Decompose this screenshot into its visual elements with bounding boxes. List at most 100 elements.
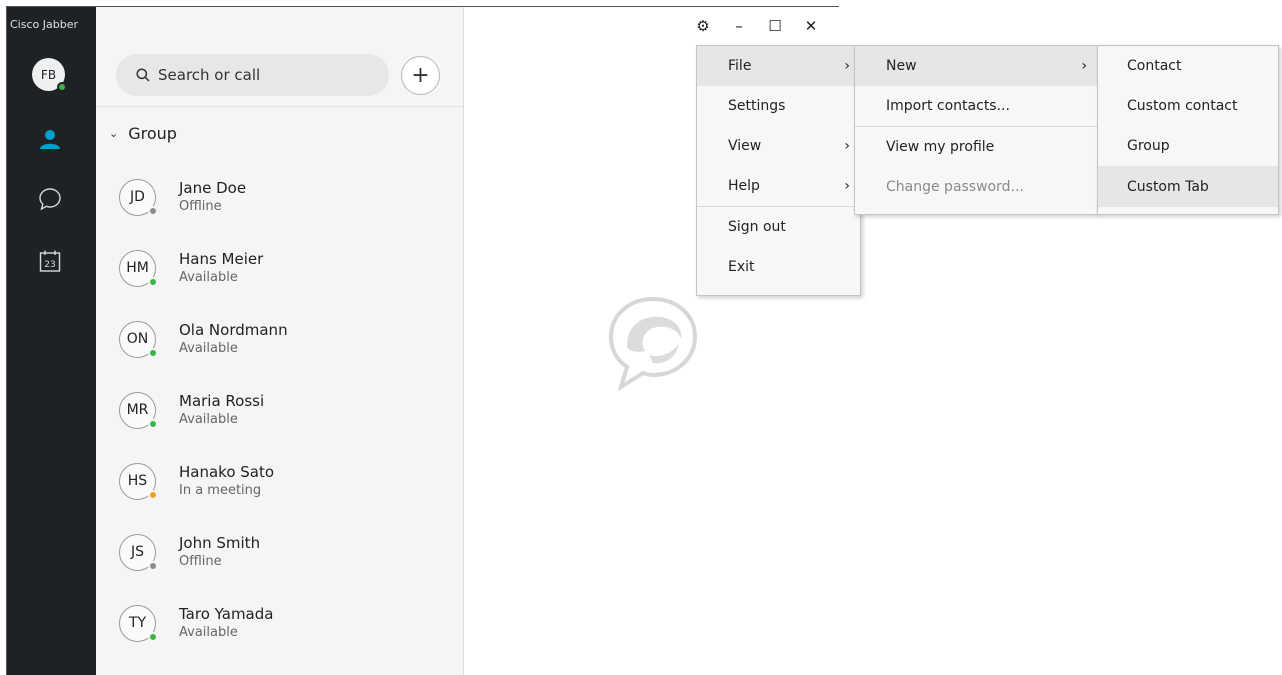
contact-status: Available xyxy=(179,341,238,356)
contact-status: Offline xyxy=(179,199,222,214)
menu-item-label: Custom Tab xyxy=(1127,178,1209,195)
contact-text: Hans Meier Available xyxy=(179,250,263,286)
menu-item-label: Settings xyxy=(728,98,786,114)
avatar: HM xyxy=(119,249,158,287)
avatar: JD xyxy=(119,178,158,216)
chevron-right-icon: › xyxy=(844,58,850,74)
contact-row[interactable]: TY Taro Yamada Available xyxy=(119,593,449,653)
menu-item-contact[interactable]: Contact xyxy=(1098,46,1278,86)
gear-icon[interactable]: ⚙ xyxy=(685,13,721,39)
avatar: JS xyxy=(119,533,158,571)
menu-item-label: Custom contact xyxy=(1127,98,1238,114)
close-button[interactable]: ✕ xyxy=(793,13,829,39)
avatar-initials: MR xyxy=(126,402,149,418)
chevron-right-icon: › xyxy=(1081,58,1087,74)
menu-item-label: Help xyxy=(728,178,760,194)
add-button[interactable]: + xyxy=(401,56,440,95)
contact-text: Taro Yamada Available xyxy=(179,605,273,641)
contact-name: Jane Doe xyxy=(179,179,247,197)
menu-item-view-my-profile[interactable]: View my profile xyxy=(855,127,1097,167)
group-name: Group xyxy=(128,124,177,143)
contact-text: Hanako Sato In a meeting xyxy=(179,463,274,499)
contact-name: John Smith xyxy=(179,534,261,552)
presence-dot xyxy=(148,205,158,216)
contact-status: Offline xyxy=(179,554,222,569)
menu-item-label: View my profile xyxy=(886,139,995,155)
menu-item-custom-contact[interactable]: Custom contact xyxy=(1098,86,1278,126)
avatar-initials: HM xyxy=(126,260,149,276)
contact-text: Ola Nordmann Available xyxy=(179,321,288,357)
presence-dot xyxy=(148,276,158,287)
chevron-right-icon: › xyxy=(844,178,850,194)
contact-name: Maria Rossi xyxy=(179,392,265,410)
avatar-initials: TY xyxy=(128,615,147,631)
presence-dot xyxy=(148,631,158,642)
contact-status: Available xyxy=(179,270,238,285)
contact-name: Hans Meier xyxy=(179,250,264,268)
search-input[interactable] xyxy=(158,66,358,84)
presence-dot xyxy=(148,347,158,358)
chevron-right-icon: › xyxy=(844,138,850,154)
menu-item-file[interactable]: File › xyxy=(697,46,860,86)
contact-row[interactable]: ON Ola Nordmann Available xyxy=(119,309,449,369)
avatar-initials: JS xyxy=(130,544,144,560)
contact-name: Ola Nordmann xyxy=(179,321,288,339)
contact-name: Taro Yamada xyxy=(179,605,274,623)
calendar-day-label: 23 xyxy=(44,260,55,270)
menu-item-settings[interactable]: Settings xyxy=(697,86,860,126)
chat-icon[interactable] xyxy=(38,187,62,211)
contacts-pane: + ⌄ Group JD Jane Doe Offline HM Hans Meier A… xyxy=(96,7,464,675)
calendar-icon[interactable]: 23 xyxy=(38,249,62,273)
menu-item-label: View xyxy=(728,138,762,154)
menu-item-view[interactable]: View › xyxy=(697,126,860,166)
settings-menu: File › Settings View › Help › Sign out E… xyxy=(696,45,861,296)
menu-item-group[interactable]: Group xyxy=(1098,126,1278,166)
avatar: TY xyxy=(119,604,158,642)
menu-item-label: Group xyxy=(1127,138,1170,154)
contact-status: In a meeting xyxy=(179,483,262,498)
menu-item-label: Exit xyxy=(728,259,755,275)
menu-item-import-contacts[interactable]: Import contacts... xyxy=(855,86,1097,126)
contact-status: Available xyxy=(179,412,238,427)
nav-rail: Cisco Jabber FB 23 xyxy=(7,7,96,675)
menu-item-label: Sign out xyxy=(728,219,786,235)
my-initials: FB xyxy=(40,67,57,82)
avatar-initials: HS xyxy=(127,473,148,489)
search-bar[interactable] xyxy=(116,54,389,96)
contact-row[interactable]: HM Hans Meier Available xyxy=(119,238,449,298)
presence-dot xyxy=(148,489,158,500)
avatar: HS xyxy=(119,462,158,500)
presence-dot xyxy=(148,560,158,571)
menu-item-label: Change password... xyxy=(886,179,1024,195)
new-submenu: Contact Custom contact Group Custom Tab xyxy=(1097,45,1279,215)
menu-item-exit[interactable]: Exit xyxy=(697,247,860,287)
menu-item-label: New xyxy=(886,58,917,74)
my-avatar[interactable]: FB xyxy=(32,58,67,92)
avatar: ON xyxy=(119,320,158,358)
menu-item-label: Contact xyxy=(1127,58,1182,74)
menu-item-custom-tab[interactable]: Custom Tab xyxy=(1098,166,1278,207)
menu-item-label: Import contacts... xyxy=(886,98,1010,114)
contact-name: Hanako Sato xyxy=(179,463,275,481)
contact-row[interactable]: HS Hanako Sato In a meeting xyxy=(119,451,449,511)
minimize-button[interactable]: – xyxy=(721,13,757,39)
jabber-logo-icon xyxy=(608,296,698,391)
menu-item-label: File xyxy=(728,58,752,74)
my-presence-dot xyxy=(57,82,67,92)
avatar-initials: JD xyxy=(130,189,145,205)
avatar-initials: ON xyxy=(126,331,149,347)
app-title: Cisco Jabber xyxy=(10,18,78,31)
avatar: MR xyxy=(119,391,158,429)
contacts-icon[interactable] xyxy=(38,127,62,151)
contact-text: Jane Doe Offline xyxy=(179,179,246,215)
menu-item-new[interactable]: New › xyxy=(855,46,1097,86)
file-submenu: New › Import contacts... View my profile… xyxy=(854,45,1098,215)
contact-row[interactable]: MR Maria Rossi Available xyxy=(119,380,449,440)
contact-row[interactable]: JD Jane Doe Offline xyxy=(119,167,449,227)
menu-item-help[interactable]: Help › xyxy=(697,166,860,206)
group-header[interactable]: ⌄ Group xyxy=(109,124,177,143)
maximize-button[interactable]: ☐ xyxy=(757,13,793,39)
menu-item-sign-out[interactable]: Sign out xyxy=(697,207,860,247)
contact-row[interactable]: JS John Smith Offline xyxy=(119,522,449,582)
search-icon xyxy=(136,68,150,82)
